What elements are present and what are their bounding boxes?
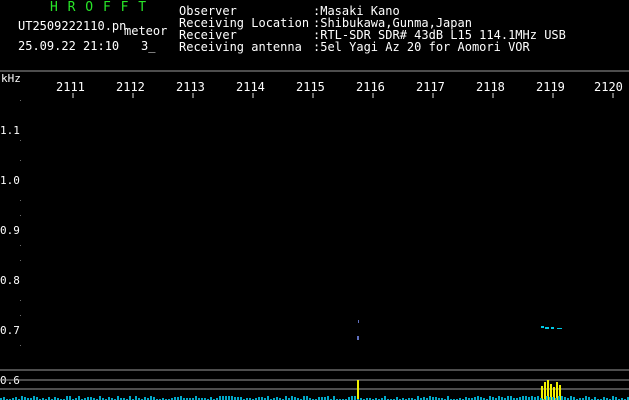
noise-speck	[417, 396, 419, 400]
noise-speck	[558, 396, 560, 400]
noise-speck	[291, 396, 293, 400]
y-axis-dots	[20, 100, 21, 346]
noise-speck	[333, 396, 335, 400]
noise-speck	[21, 396, 23, 400]
noise-speck	[507, 396, 509, 400]
noise-speck	[78, 396, 80, 400]
noise-speck	[447, 396, 449, 400]
noise-speck	[129, 396, 131, 400]
noise-speck	[303, 396, 305, 400]
noise-speck	[69, 396, 71, 400]
noise-speck	[585, 396, 587, 400]
noise-speck	[522, 396, 524, 400]
noise-speck	[570, 396, 572, 400]
noise-speck	[384, 396, 386, 400]
noise-speck	[537, 396, 539, 400]
noise-speck	[267, 396, 269, 400]
noise-speck	[498, 396, 500, 400]
noise-speck	[228, 396, 230, 400]
noise-speck	[612, 396, 614, 400]
noise-speck	[489, 396, 491, 400]
noise-speck	[561, 396, 563, 400]
noise-speck	[219, 396, 221, 400]
noise-speck	[99, 396, 101, 400]
noise-speck	[222, 396, 224, 400]
noise-speck	[285, 396, 287, 400]
noise-speck	[150, 396, 152, 400]
noise-speck	[33, 396, 35, 400]
echo-2119	[541, 326, 562, 329]
minute-ticks	[72, 93, 614, 98]
noise-speck	[525, 396, 527, 400]
noise-speck	[477, 396, 479, 400]
noise-speck	[180, 396, 182, 400]
noise-speck	[306, 396, 308, 400]
noise-speck	[351, 396, 353, 400]
noise-speck	[354, 396, 356, 400]
noise-speck	[195, 396, 197, 400]
noise-speck	[231, 396, 233, 400]
noise-speck	[510, 396, 512, 400]
noise-speck	[327, 396, 329, 400]
noise-speck	[117, 396, 119, 400]
noise-speck	[546, 396, 548, 400]
noise-speck	[531, 396, 533, 400]
noise-speck	[66, 396, 68, 400]
spectrogram-plot	[0, 70, 629, 400]
noise-speck	[135, 396, 137, 400]
faint-echo-2116	[357, 320, 359, 340]
noise-floor	[0, 396, 629, 400]
meteor-burst-2116	[357, 380, 359, 400]
noise-speck	[429, 396, 431, 400]
noise-speck	[225, 396, 227, 400]
